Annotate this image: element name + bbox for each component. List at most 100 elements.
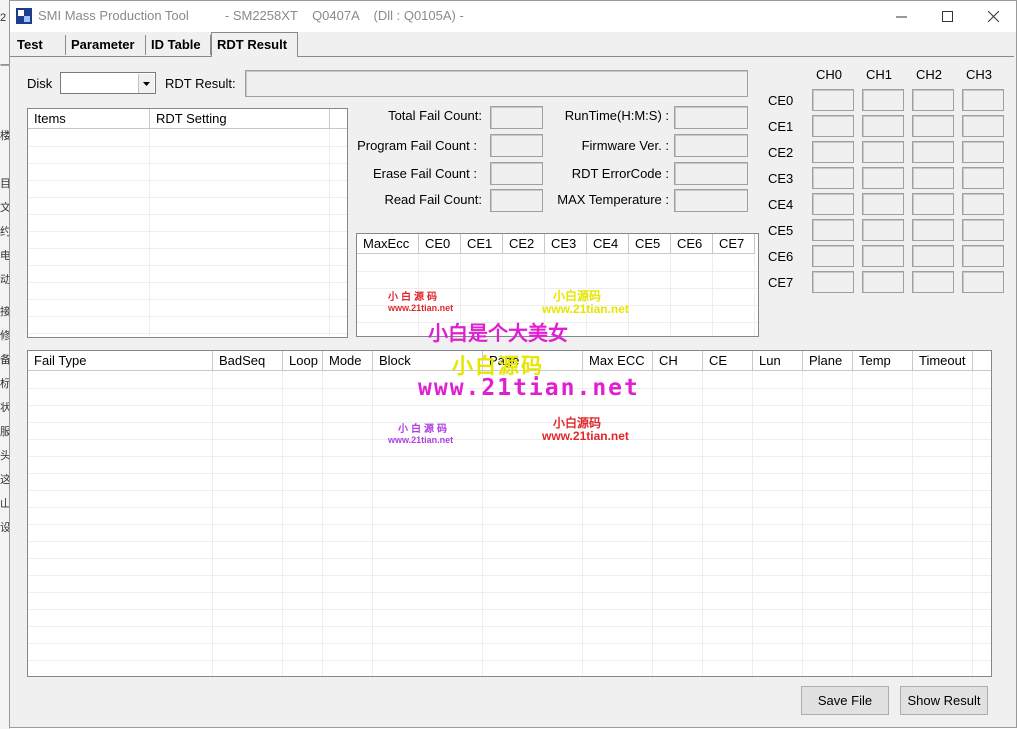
- tab-rdt-result[interactable]: RDT Result: [211, 32, 298, 57]
- grid-line: [28, 163, 347, 164]
- ce-row-label-ce2: CE2: [768, 145, 794, 160]
- column-header-ce2[interactable]: CE2: [503, 234, 545, 254]
- tab-parameter[interactable]: Parameter: [66, 35, 146, 55]
- ce-row-label-ce6: CE6: [768, 249, 794, 264]
- minimize-button[interactable]: [878, 1, 924, 32]
- erase-fail-count-label: Erase Fail Count :: [372, 166, 477, 181]
- save-file-button[interactable]: Save File: [801, 686, 889, 715]
- grid-line: [28, 388, 991, 389]
- column-header-page[interactable]: Page: [483, 351, 583, 371]
- background-side-char: 修: [0, 330, 9, 342]
- grid-line: [28, 626, 991, 627]
- grid-line: [28, 490, 991, 491]
- cell-ce3-ch3: [962, 167, 1004, 189]
- rdt-result-field: [245, 70, 748, 97]
- grid-line: [28, 507, 991, 508]
- cell-ce3-ch1: [862, 167, 904, 189]
- column-header-ce0[interactable]: CE0: [419, 234, 461, 254]
- tab-id-table[interactable]: ID Table: [146, 35, 211, 55]
- cell-ce5-ch0: [812, 219, 854, 241]
- grid-line: [28, 248, 347, 249]
- grid-line: [28, 180, 347, 181]
- grid-line: [28, 541, 991, 542]
- show-result-button[interactable]: Show Result: [900, 686, 988, 715]
- column-header-mode[interactable]: Mode: [323, 351, 373, 371]
- cell-ce4-ch1: [862, 193, 904, 215]
- column-header-ce7[interactable]: CE7: [713, 234, 755, 254]
- cell-ce7-ch1: [862, 271, 904, 293]
- column-header-loop[interactable]: Loop: [283, 351, 323, 371]
- cell-ce1-ch3: [962, 115, 1004, 137]
- column-header-max-ecc[interactable]: Max ECC: [583, 351, 653, 371]
- cell-ce2-ch0: [812, 141, 854, 163]
- grid-line: [28, 456, 991, 457]
- title-bar[interactable]: SMI Mass Production Tool - SM2258XT Q040…: [10, 1, 1016, 32]
- window-title: SMI Mass Production Tool - SM2258XT Q040…: [38, 8, 464, 23]
- column-header-lun[interactable]: Lun: [753, 351, 803, 371]
- column-header-maxecc[interactable]: MaxEcc: [357, 234, 419, 254]
- column-header-ch[interactable]: CH: [653, 351, 703, 371]
- column-header-ce3[interactable]: CE3: [545, 234, 587, 254]
- close-icon: [987, 11, 999, 22]
- tab-test[interactable]: Test: [12, 35, 66, 55]
- grid-line: [28, 265, 347, 266]
- column-header-plane[interactable]: Plane: [803, 351, 853, 371]
- background-side-char: 服: [0, 426, 9, 438]
- cell-ce7-ch0: [812, 271, 854, 293]
- rdt-result-label: RDT Result:: [165, 76, 236, 91]
- ce-row-label-ce1: CE1: [768, 119, 794, 134]
- close-button[interactable]: [970, 1, 1016, 32]
- column-header-ce4[interactable]: CE4: [587, 234, 629, 254]
- column-header-badseq[interactable]: BadSeq: [213, 351, 283, 371]
- background-side-char: 山: [0, 498, 9, 510]
- disk-select[interactable]: [60, 72, 156, 94]
- total-fail-count-label: Total Fail Count:: [388, 108, 482, 123]
- grid-line: [28, 316, 347, 317]
- max-ecc-table[interactable]: MaxEcc CE0 CE1 CE2 CE3 CE4 CE5 CE6 CE7: [356, 233, 759, 337]
- column-header-ce5[interactable]: CE5: [629, 234, 671, 254]
- background-side-char: 备: [0, 354, 9, 366]
- max-temperature-label: MAX Temperature :: [557, 192, 669, 207]
- column-header-ce[interactable]: CE: [703, 351, 753, 371]
- cell-ce5-ch2: [912, 219, 954, 241]
- cell-ce4-ch0: [812, 193, 854, 215]
- cell-ce0-ch3: [962, 89, 1004, 111]
- read-fail-count-field: [490, 189, 543, 212]
- program-fail-count-field: [490, 134, 543, 157]
- chevron-down-icon[interactable]: [138, 74, 154, 93]
- cell-ce4-ch2: [912, 193, 954, 215]
- column-header-items[interactable]: Items: [28, 109, 150, 129]
- grid-line: [357, 322, 758, 323]
- maximize-button[interactable]: [924, 1, 970, 32]
- column-header-fail-type[interactable]: Fail Type: [28, 351, 213, 371]
- fail-detail-table[interactable]: Fail Type BadSeq Loop Mode Block Page Ma…: [27, 350, 992, 677]
- smi-app-icon: [16, 8, 32, 24]
- cell-ce5-ch1: [862, 219, 904, 241]
- rdt-settings-table[interactable]: Items RDT Setting: [27, 108, 348, 338]
- grid-line: [28, 299, 347, 300]
- grid-line: [28, 282, 347, 283]
- column-header-block[interactable]: Block: [373, 351, 483, 371]
- column-header-temp[interactable]: Temp: [853, 351, 913, 371]
- cell-ce7-ch3: [962, 271, 1004, 293]
- grid-line: [28, 214, 347, 215]
- cell-ce0-ch0: [812, 89, 854, 111]
- ce-row-label-ce5: CE5: [768, 223, 794, 238]
- column-header-timeout[interactable]: Timeout: [913, 351, 973, 371]
- read-fail-count-label: Read Fail Count:: [384, 192, 482, 207]
- column-header-rdt-setting[interactable]: RDT Setting: [150, 109, 330, 129]
- channel-header-ch3: CH3: [966, 67, 993, 82]
- background-side-char: 一: [0, 60, 9, 72]
- cell-ce6-ch2: [912, 245, 954, 267]
- cell-ce1-ch2: [912, 115, 954, 137]
- grid-line: [28, 609, 991, 610]
- cell-ce2-ch1: [862, 141, 904, 163]
- column-header-ce6[interactable]: CE6: [671, 234, 713, 254]
- column-header-ce1[interactable]: CE1: [461, 234, 503, 254]
- cell-ce4-ch3: [962, 193, 1004, 215]
- cell-ce0-ch1: [862, 89, 904, 111]
- grid-line: [28, 197, 347, 198]
- erase-fail-count-field: [490, 162, 543, 185]
- grid-line: [28, 643, 991, 644]
- channel-ce-grid: CH0 CH1 CH2 CH3 CE0 CE1 CE2 CE3 CE4 CE5 CE6 CE7: [760, 65, 1004, 295]
